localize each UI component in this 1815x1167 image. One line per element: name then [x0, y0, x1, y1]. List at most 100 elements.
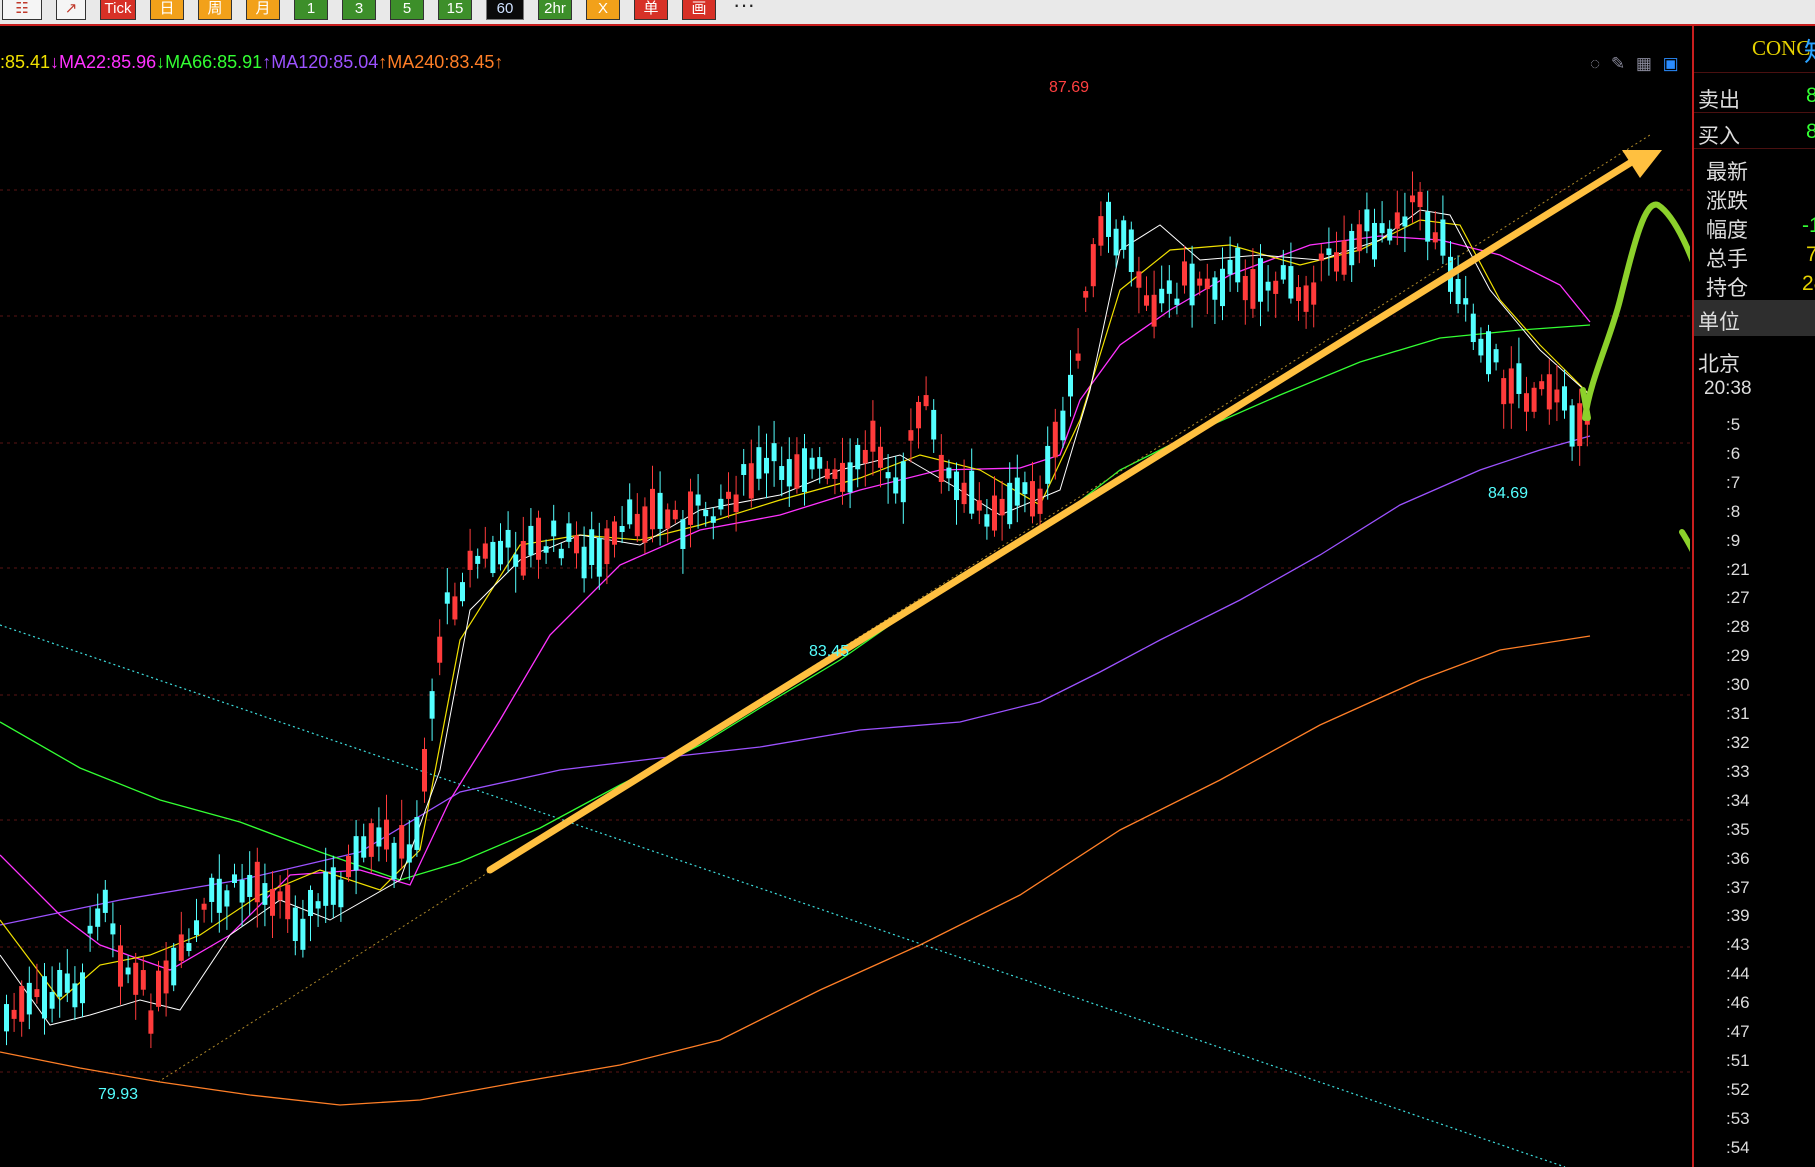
- candle-body: [1098, 216, 1104, 246]
- period-button-2[interactable]: Tick: [100, 0, 136, 20]
- period-button-13[interactable]: 单: [634, 0, 668, 20]
- candle-body: [900, 461, 906, 503]
- period-button-8[interactable]: 5: [390, 0, 424, 20]
- period-button-3[interactable]: 日: [150, 0, 184, 20]
- candle-body: [596, 537, 602, 577]
- candle-body: [429, 691, 435, 719]
- period-button-7[interactable]: 3: [342, 0, 376, 20]
- candle-body: [1334, 252, 1339, 272]
- tick-time-item: :37: [1726, 877, 1750, 897]
- candle-body: [300, 918, 306, 950]
- tick-time-item: :35: [1726, 819, 1750, 839]
- more-icon[interactable]: ···: [733, 0, 755, 18]
- candle-body: [1303, 285, 1309, 312]
- period-button-12[interactable]: X: [586, 0, 620, 20]
- candle-body: [817, 457, 823, 469]
- candle-body: [1128, 229, 1134, 273]
- candle-body: [11, 1009, 17, 1019]
- candle-body: [323, 871, 329, 906]
- contract-code: CONC: [1752, 36, 1811, 60]
- candle-body: [992, 495, 997, 531]
- window-icon[interactable]: ▣: [1663, 54, 1679, 73]
- candle-body: [414, 817, 420, 850]
- high-price-label: 87.69: [1049, 79, 1090, 96]
- candle-body: [634, 513, 640, 537]
- volume-value: 7: [1806, 243, 1815, 266]
- candle-body: [680, 519, 686, 549]
- candle-body: [239, 879, 245, 903]
- candle-body: [1562, 386, 1567, 411]
- candle-body: [1554, 389, 1560, 403]
- quote-panel: CONC 知 卖出 8 买入 8 最新 涨跌 幅度 -1 总手 7 持仓 28 …: [1692, 26, 1815, 1167]
- candle-body: [178, 934, 184, 961]
- candle-body: [505, 529, 511, 548]
- period-button-1[interactable]: ↗: [56, 0, 86, 20]
- candle-body: [946, 467, 952, 479]
- eye-slash-icon[interactable]: ◌: [1590, 54, 1600, 73]
- recent-low-price-label: 84.69: [1488, 485, 1529, 502]
- candle-body: [824, 468, 830, 479]
- candle-body: [916, 401, 921, 429]
- channel-line: [0, 624, 1566, 1167]
- range-label: 幅度: [1706, 219, 1748, 242]
- candle-body: [19, 986, 25, 1022]
- grid-lines: [0, 189, 1690, 1073]
- candle-body: [908, 430, 914, 441]
- candle-body: [1524, 393, 1529, 412]
- candle-body: [1486, 331, 1491, 375]
- candle-body: [216, 878, 222, 913]
- ma22-value: ↓MA22:85.96: [50, 52, 157, 72]
- candle-body: [1014, 477, 1020, 506]
- candle-body: [528, 525, 534, 556]
- candle-body: [650, 488, 655, 530]
- candle-body: [786, 459, 792, 487]
- candle-body: [87, 925, 93, 934]
- ma22-line: [0, 235, 1591, 971]
- period-button-14[interactable]: 画: [682, 0, 716, 20]
- candle-body: [148, 1010, 154, 1034]
- moving-averages: [0, 209, 1591, 1106]
- change-label: 涨跌: [1706, 190, 1748, 213]
- period-button-0[interactable]: ☷: [2, 0, 42, 20]
- pencil-icon[interactable]: ✎: [1611, 54, 1625, 73]
- candle-body: [247, 874, 253, 897]
- chart-canvas[interactable]: [0, 26, 1690, 1167]
- period-button-9[interactable]: 15: [438, 0, 472, 20]
- candle-body: [809, 457, 815, 470]
- candlestick-chart[interactable]: :85.41↓MA22:85.96↓MA66:85.91↑MA120:85.04…: [0, 26, 1690, 1167]
- candle-body: [1068, 374, 1073, 397]
- candle-body: [1432, 232, 1438, 243]
- period-button-11[interactable]: 2hr: [538, 0, 572, 20]
- tick-time: 20:38: [1704, 378, 1752, 399]
- candle-body: [330, 867, 336, 905]
- candle-body: [1273, 280, 1279, 294]
- grid-icon[interactable]: ▦: [1636, 54, 1652, 73]
- candle-body: [1030, 481, 1035, 517]
- ma66-value: ↓MA66:85.91: [156, 52, 263, 72]
- candle-body: [1394, 212, 1400, 229]
- latest-label: 最新: [1706, 161, 1748, 184]
- candle-body: [1410, 195, 1415, 203]
- candle-body: [748, 463, 754, 499]
- period-button-5[interactable]: 月: [246, 0, 280, 20]
- candle-body: [368, 823, 374, 857]
- candle-body: [710, 516, 716, 523]
- candle-body: [26, 982, 32, 1015]
- candle-body: [574, 535, 579, 554]
- period-button-10[interactable]: 60: [486, 0, 524, 20]
- candle-body: [140, 970, 146, 990]
- candle-body: [482, 543, 488, 559]
- candle-body: [513, 554, 519, 567]
- candle-body: [870, 420, 876, 452]
- period-button-4[interactable]: 周: [198, 0, 232, 20]
- candle-body: [361, 836, 367, 858]
- candle-body: [125, 967, 131, 975]
- candle-body: [353, 836, 359, 871]
- tick-time-list: :5:6:7:8:9:21:27:28:29:30:31:32:33:34:35…: [1726, 411, 1750, 1163]
- period-button-6[interactable]: 1: [294, 0, 328, 20]
- candle-body: [498, 540, 503, 565]
- candle-body: [1151, 294, 1157, 327]
- candle-body: [1311, 282, 1317, 305]
- candle-body: [1569, 405, 1575, 447]
- candle-body: [1083, 291, 1089, 298]
